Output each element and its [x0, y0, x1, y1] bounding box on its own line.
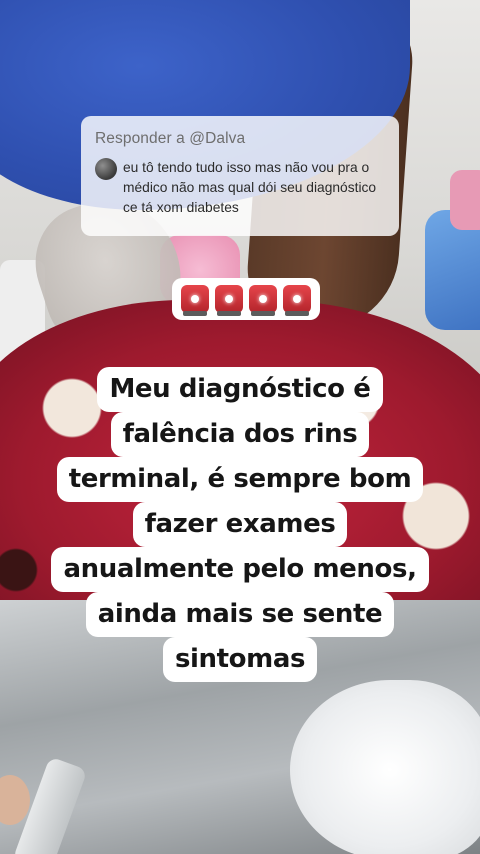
rotating-light-icon: [181, 285, 209, 316]
caption-line: anualmente pelo menos,: [51, 547, 429, 592]
reply-comment-bubble[interactable]: Responder a @Dalva eu tô tendo tudo isso…: [81, 116, 399, 236]
avatar: [95, 158, 117, 180]
caption-line: Meu diagnóstico é: [97, 367, 383, 412]
caption-line: falência dos rins: [110, 412, 370, 457]
rotating-light-icon: [215, 285, 243, 316]
caption-text-overlay: Meu diagnóstico é falência dos rins term…: [44, 367, 436, 682]
caption-line: sintomas: [162, 637, 318, 682]
reply-header: Responder a @Dalva: [95, 130, 246, 147]
pink-bag: [450, 170, 480, 230]
rotating-light-icon: [283, 285, 311, 316]
rotating-light-icon: [249, 285, 277, 316]
reply-body: eu tô tendo tudo isso mas não vou pra o …: [95, 158, 385, 218]
caption-line: fazer exames: [132, 502, 348, 547]
caption-line: terminal, é sempre bom: [56, 457, 424, 502]
reply-comment-text: eu tô tendo tudo isso mas não vou pra o …: [123, 160, 377, 215]
caption-line: ainda mais se sente: [85, 592, 395, 637]
alarm-emoji-sticker: [172, 278, 320, 320]
gauze: [290, 680, 480, 854]
